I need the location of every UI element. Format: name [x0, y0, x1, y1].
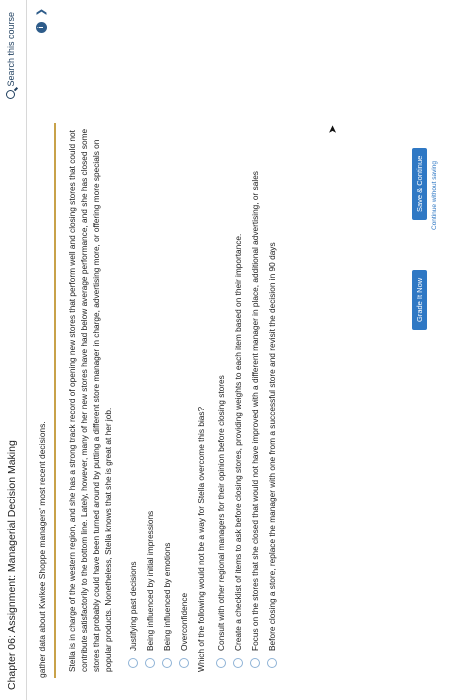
option-label: Being influenced by initial impressions — [144, 510, 155, 651]
bias-option[interactable]: Being influenced by emotions — [158, 511, 175, 668]
assignment-page: Chapter 06: Assignment: Managerial Decis… — [0, 0, 467, 700]
search-input[interactable]: Search this course — [6, 12, 16, 99]
option-label: Being influenced by emotions — [161, 542, 172, 651]
search-placeholder: Search this course — [6, 12, 16, 87]
bias-options: Justifying past decisions Being influenc… — [124, 511, 192, 668]
bias-option[interactable]: Being influenced by initial impressions — [141, 511, 158, 668]
radio-button[interactable] — [178, 658, 189, 668]
divider — [54, 123, 56, 678]
info-icon[interactable]: i — [36, 22, 47, 33]
bias-option[interactable]: Justifying past decisions — [124, 511, 141, 668]
radio-button[interactable] — [215, 658, 226, 668]
answer-option[interactable]: Focus on the stores that she closed that… — [246, 171, 263, 668]
answer-option[interactable]: Consult with other regional managers for… — [212, 171, 229, 668]
radio-button[interactable] — [144, 658, 155, 668]
radio-button[interactable] — [266, 658, 277, 668]
continue-without-saving-link[interactable]: Continue without saving — [431, 161, 438, 230]
answer-options: Consult with other regional managers for… — [212, 171, 280, 668]
question-text: Which of the following would not be a wa… — [196, 406, 206, 672]
save-continue-button[interactable]: Save & Continue — [412, 147, 427, 220]
grade-it-now-button[interactable]: Grade It Now — [412, 269, 427, 330]
chevron-right-icon[interactable]: ❯ — [36, 8, 47, 16]
option-label: Consult with other regional managers for… — [215, 375, 226, 651]
scenario-paragraph: Stella is in charge of the western regio… — [67, 128, 113, 672]
answer-option[interactable]: Before closing a store, replace the mana… — [263, 171, 280, 668]
top-bar: Chapter 06: Assignment: Managerial Decis… — [0, 0, 27, 700]
radio-button[interactable] — [232, 658, 243, 668]
search-icon — [6, 89, 15, 99]
option-label: Focus on the stores that she closed that… — [249, 171, 260, 651]
option-label: Create a checklist of items to ask befor… — [232, 233, 243, 651]
intro-text: gather data about Kwikee Shoppe managers… — [37, 421, 47, 678]
page-title: Chapter 06: Assignment: Managerial Decis… — [6, 440, 18, 690]
radio-button[interactable] — [127, 658, 138, 668]
option-label: Overconfidence — [178, 592, 189, 651]
radio-button[interactable] — [161, 658, 172, 668]
mouse-cursor-icon: ➤ — [327, 124, 339, 134]
option-label: Before closing a store, replace the mana… — [266, 242, 277, 651]
radio-button[interactable] — [249, 658, 260, 668]
option-label: Justifying past decisions — [127, 561, 138, 651]
answer-option[interactable]: Create a checklist of items to ask befor… — [229, 171, 246, 668]
bias-option[interactable]: Overconfidence — [175, 511, 192, 668]
